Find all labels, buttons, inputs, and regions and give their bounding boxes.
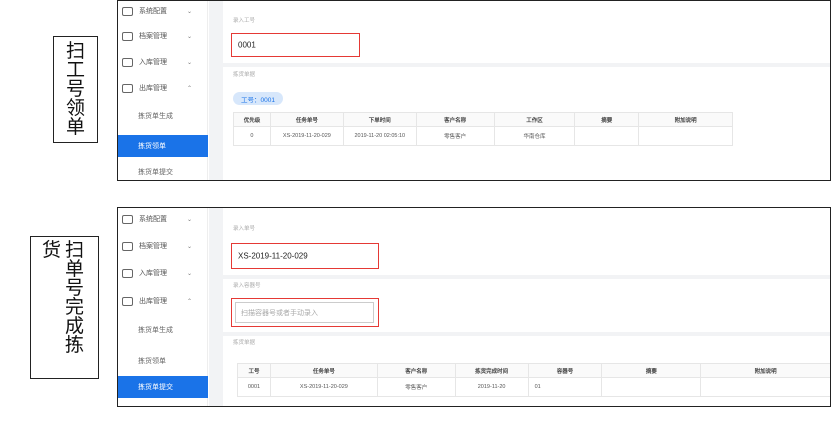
section-label-pick-docs: 拣货单据 — [233, 72, 256, 78]
container-input[interactable]: 扫描容器号或者手动录入 — [235, 302, 374, 323]
order-input[interactable]: XS-2019-11-20-029 — [231, 243, 379, 269]
chevron-up-icon: ⌃ — [186, 85, 192, 92]
archive-icon — [122, 241, 133, 251]
chevron-down-icon: ⌄ — [186, 216, 192, 223]
table-header-row: 工号 任务单号 客户名称 拣货完成时间 容器号 摘要 附加说明 — [237, 363, 830, 378]
main-content: 录入单号 XS-2019-11-20-029 录入容器号 扫描容器号或者手动录入… — [223, 208, 830, 406]
settings-icon — [122, 6, 133, 16]
container-input-frame: 扫描容器号或者手动录入 — [231, 298, 379, 327]
menu-archive[interactable]: 档案管理 ⌄ — [118, 237, 208, 255]
menu-system-config[interactable]: 系统配置 ⌄ — [118, 210, 208, 228]
column-header: 附加说明 — [700, 363, 830, 378]
menu-inbound[interactable]: 入库管理 ⌄ — [118, 264, 208, 282]
truck-icon — [122, 83, 133, 93]
caption-box-scan-order-complete: 货 扫 单 号 完 成 拣 — [30, 236, 99, 379]
menu-outbound[interactable]: 出库管理 ⌃ — [118, 292, 208, 310]
menu-pick-generate[interactable]: 拣货单生成 — [118, 105, 208, 127]
column-header: 摘要 — [601, 363, 702, 378]
sidebar-menu: 系统配置 ⌄ 档案管理 ⌄ 入库管理 ⌄ 出库管理 ⌃ 拣货单生成 拣货领单 拣… — [118, 208, 208, 406]
column-header: 容器号 — [527, 363, 603, 378]
chevron-down-icon: ⌄ — [186, 243, 192, 250]
settings-icon — [122, 214, 133, 224]
column-header: 拣货完成时间 — [454, 363, 529, 378]
column-header: 摘要 — [574, 112, 640, 127]
column-header: 优先级 — [233, 112, 271, 127]
column-header: 客户名称 — [415, 112, 495, 127]
caption-box-scan-employee-claim: 扫 工 号 领 单 — [53, 36, 98, 143]
archive-icon — [122, 31, 133, 41]
menu-system-config[interactable]: 系统配置 ⌄ — [118, 2, 208, 20]
menu-pick-generate[interactable]: 拣货单生成 — [118, 319, 208, 341]
input-label-container: 录入容器号 — [233, 283, 261, 289]
column-header: 客户名称 — [376, 363, 456, 378]
column-header: 工号 — [237, 363, 271, 378]
chevron-down-icon: ⌄ — [186, 33, 192, 40]
screenshot-submit: 系统配置 ⌄ 档案管理 ⌄ 入库管理 ⌄ 出库管理 ⌃ 拣货单生成 拣货领单 拣… — [117, 207, 831, 407]
section-label-pick-docs: 拣货单据 — [233, 340, 256, 346]
column-header: 下单时间 — [342, 112, 417, 127]
menu-archive[interactable]: 档案管理 ⌄ — [118, 27, 208, 45]
column-header: 任务单号 — [269, 363, 378, 378]
chevron-down-icon: ⌄ — [186, 8, 192, 15]
input-label-employee: 录入工号 — [233, 18, 256, 24]
main-content: 录入工号 0001 拣货单据 工号：0001 优先级 任务单号 下单时间 客户名… — [223, 1, 830, 180]
caption-char: 拣 — [65, 334, 85, 356]
screenshot-claim: 系统配置 ⌄ 档案管理 ⌄ 入库管理 ⌄ 出库管理 ⌃ 拣货单生成 拣货领单 拣… — [117, 0, 831, 181]
caption-char: 单 — [66, 116, 86, 138]
column-header: 附加说明 — [638, 112, 733, 127]
input-label-order: 录入单号 — [233, 226, 256, 232]
menu-outbound[interactable]: 出库管理 ⌃ — [118, 79, 208, 97]
employee-tag[interactable]: 工号：0001 — [233, 92, 283, 105]
caption-char: 货 — [42, 239, 62, 261]
pick-table: 工号 任务单号 客户名称 拣货完成时间 容器号 摘要 附加说明 0001 XS-… — [237, 363, 830, 397]
column-header: 工作区 — [493, 112, 576, 127]
inbound-icon — [122, 268, 133, 278]
table-header-row: 优先级 任务单号 下单时间 客户名称 工作区 摘要 附加说明 — [233, 112, 733, 127]
table-row[interactable]: 0 XS-2019-11-20-029 2019-11-20 02:05:10 … — [233, 126, 733, 146]
column-header: 任务单号 — [269, 112, 344, 127]
chevron-up-icon: ⌃ — [186, 298, 192, 305]
pick-table: 优先级 任务单号 下单时间 客户名称 工作区 摘要 附加说明 0 XS-2019… — [233, 112, 733, 146]
menu-pick-claim[interactable]: 拣货领单 — [118, 350, 208, 372]
menu-inbound[interactable]: 入库管理 ⌄ — [118, 53, 208, 71]
chevron-down-icon: ⌄ — [186, 59, 192, 66]
sidebar-menu: 系统配置 ⌄ 档案管理 ⌄ 入库管理 ⌄ 出库管理 ⌃ 拣货单生成 拣货领单 拣… — [118, 1, 208, 180]
menu-pick-submit[interactable]: 拣货单提交 — [118, 376, 208, 398]
inbound-icon — [122, 57, 133, 67]
employee-input[interactable]: 0001 — [231, 33, 360, 57]
menu-pick-claim[interactable]: 拣货领单 — [118, 135, 208, 157]
table-row[interactable]: 0001 XS-2019-11-20-029 零售客户 2019-11-20 0… — [237, 377, 830, 397]
chevron-down-icon: ⌄ — [186, 270, 192, 277]
truck-icon — [122, 296, 133, 306]
menu-pick-submit[interactable]: 拣货单提交 — [118, 161, 208, 180]
